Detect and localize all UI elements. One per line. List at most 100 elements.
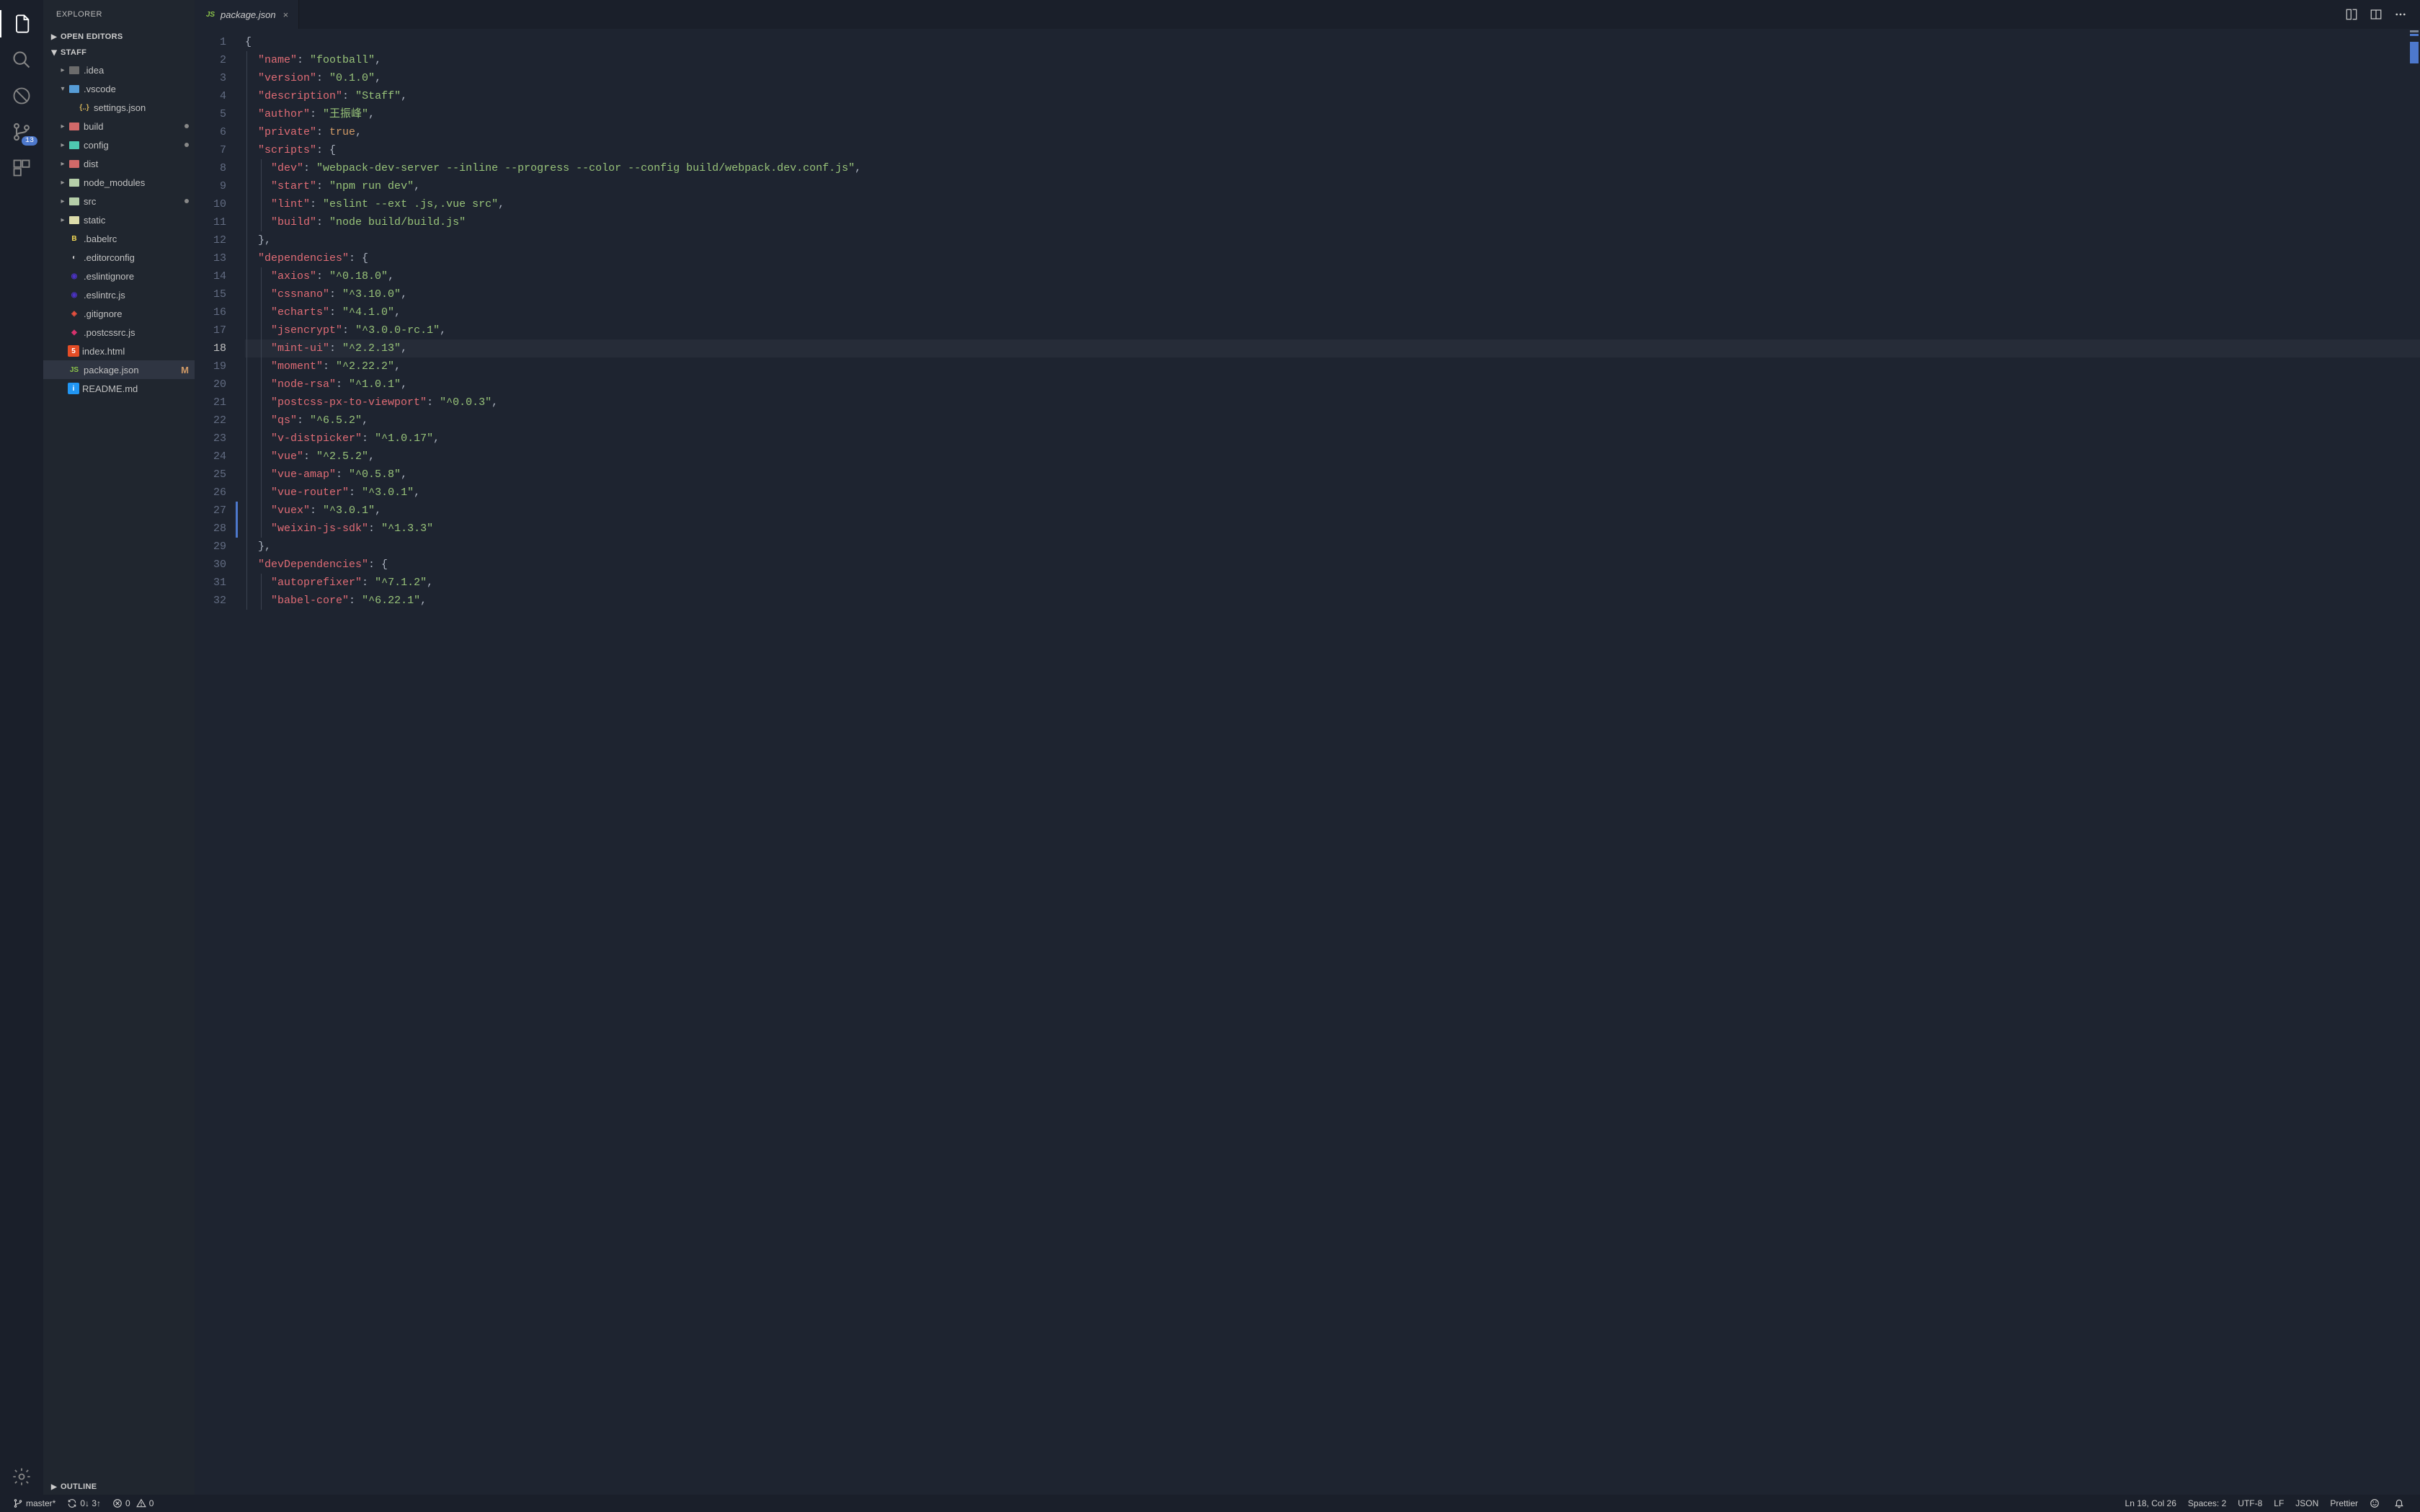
code-line: "vue": "^2.5.2", bbox=[245, 448, 2420, 466]
status-eol[interactable]: LF bbox=[2268, 1495, 2290, 1512]
tabs-bar: JS package.json × bbox=[195, 0, 2420, 29]
tab-label: package.json bbox=[221, 9, 276, 20]
branch-icon bbox=[13, 1498, 23, 1508]
status-feedback[interactable] bbox=[2364, 1495, 2388, 1512]
status-notifications[interactable] bbox=[2388, 1495, 2413, 1512]
line-number: 1 bbox=[195, 33, 239, 51]
tree-item--eslintignore[interactable]: ◉.eslintignore bbox=[43, 267, 195, 285]
compare-changes-button[interactable] bbox=[2339, 2, 2364, 27]
tree-item--idea[interactable]: ▸.idea bbox=[43, 61, 195, 79]
minimap[interactable] bbox=[2410, 30, 2419, 88]
tree-item-static[interactable]: ▸static bbox=[43, 210, 195, 229]
section-root-label: STAFF bbox=[61, 48, 86, 57]
tree-item-label: node_modules bbox=[84, 177, 189, 188]
chevron-right-icon: ▶ bbox=[49, 33, 59, 41]
line-number: 14 bbox=[195, 267, 239, 285]
folder-icon bbox=[68, 82, 81, 95]
chevron-right-icon: ▸ bbox=[58, 66, 68, 74]
status-language[interactable]: JSON bbox=[2290, 1495, 2324, 1512]
tree-item-config[interactable]: ▸config bbox=[43, 135, 195, 154]
activity-extensions[interactable] bbox=[0, 150, 43, 186]
sync-icon bbox=[67, 1498, 77, 1508]
tree-item--gitignore[interactable]: ◈.gitignore bbox=[43, 304, 195, 323]
line-number: 21 bbox=[195, 393, 239, 412]
status-branch[interactable]: master* bbox=[7, 1495, 61, 1512]
files-icon bbox=[12, 14, 32, 34]
tree-item--eslintrc-js[interactable]: ◉.eslintrc.js bbox=[43, 285, 195, 304]
line-number: 18 bbox=[195, 339, 239, 357]
status-sync[interactable]: 0↓ 3↑ bbox=[61, 1495, 107, 1512]
line-number: 31 bbox=[195, 574, 239, 592]
babel-icon: B bbox=[68, 232, 81, 245]
tree-item-label: package.json bbox=[84, 365, 178, 375]
tree-item--vscode[interactable]: ▾.vscode bbox=[43, 79, 195, 98]
activity-scm[interactable]: 13 bbox=[0, 114, 43, 150]
scm-badge: 13 bbox=[22, 136, 37, 146]
diff-marker-icon bbox=[236, 520, 238, 538]
line-number: 11 bbox=[195, 213, 239, 231]
tree-item-label: .editorconfig bbox=[84, 252, 189, 263]
editor-body[interactable]: 1234567891011121314151617181920212223242… bbox=[195, 29, 2420, 1495]
line-number: 27 bbox=[195, 502, 239, 520]
tree-item-index-html[interactable]: 5index.html bbox=[43, 342, 195, 360]
activity-debug-disabled[interactable] bbox=[0, 78, 43, 114]
split-editor-button[interactable] bbox=[2364, 2, 2388, 27]
section-outline[interactable]: ▶ OUTLINE bbox=[43, 1479, 195, 1495]
code-line: "vue-amap": "^0.5.8", bbox=[245, 466, 2420, 484]
section-root[interactable]: ▶ STAFF bbox=[43, 45, 195, 61]
dots-icon bbox=[2394, 8, 2407, 21]
tree-item--postcssrc-js[interactable]: ◆.postcssrc.js bbox=[43, 323, 195, 342]
editor-actions bbox=[2339, 0, 2420, 29]
chevron-right-icon: ▸ bbox=[58, 123, 68, 130]
code-line: "lint": "eslint --ext .js,.vue src", bbox=[245, 195, 2420, 213]
code-content[interactable]: { "name": "football", "version": "0.1.0"… bbox=[239, 29, 2420, 1495]
activity-search[interactable] bbox=[0, 42, 43, 78]
chevron-right-icon: ▸ bbox=[58, 179, 68, 187]
line-number: 28 bbox=[195, 520, 239, 538]
folder-icon bbox=[68, 213, 81, 226]
tree-item-label: .babelrc bbox=[84, 234, 189, 244]
tree-item--babelrc[interactable]: B.babelrc bbox=[43, 229, 195, 248]
tree-item-settings-json[interactable]: {..}settings.json bbox=[43, 98, 195, 117]
dirty-indicator-icon bbox=[184, 199, 189, 203]
line-number: 22 bbox=[195, 412, 239, 430]
code-line: "autoprefixer": "^7.1.2", bbox=[245, 574, 2420, 592]
tree-item-label: .eslintignore bbox=[84, 271, 189, 282]
tab-close-button[interactable]: × bbox=[283, 9, 289, 20]
status-problems[interactable]: 0 0 bbox=[107, 1495, 159, 1512]
section-open-editors[interactable]: ▶ OPEN EDITORS bbox=[43, 29, 195, 45]
tree-item-node-modules[interactable]: ▸ node_modules bbox=[43, 173, 195, 192]
tree-item--editorconfig[interactable]: ◐.editorconfig bbox=[43, 248, 195, 267]
warning-icon bbox=[136, 1498, 146, 1508]
status-encoding[interactable]: UTF-8 bbox=[2232, 1495, 2268, 1512]
tree-item-build[interactable]: ▸build bbox=[43, 117, 195, 135]
editor-area: JS package.json × 1234567891011121314151… bbox=[195, 0, 2420, 1495]
status-indent[interactable]: Spaces: 2 bbox=[2182, 1495, 2232, 1512]
tree-item-label: .postcssrc.js bbox=[84, 327, 189, 338]
chevron-down-icon: ▶ bbox=[50, 48, 58, 58]
status-formatter[interactable]: Prettier bbox=[2324, 1495, 2364, 1512]
tree-item-label: dist bbox=[84, 159, 189, 169]
activity-bar: 13 bbox=[0, 0, 43, 1495]
code-line: "devDependencies": { bbox=[245, 556, 2420, 574]
more-actions-button[interactable] bbox=[2388, 2, 2413, 27]
chevron-right-icon: ▸ bbox=[58, 160, 68, 168]
errors-count: 0 bbox=[125, 1498, 130, 1508]
line-number: 3 bbox=[195, 69, 239, 87]
line-number: 17 bbox=[195, 321, 239, 339]
tree-item-dist[interactable]: ▸ dist bbox=[43, 154, 195, 173]
dirty-indicator-icon bbox=[184, 143, 189, 147]
tree-item-src[interactable]: ▸src bbox=[43, 192, 195, 210]
code-line: "moment": "^2.22.2", bbox=[245, 357, 2420, 375]
activity-settings[interactable] bbox=[0, 1459, 43, 1495]
tab-package-json[interactable]: JS package.json × bbox=[195, 0, 299, 29]
code-line: "v-distpicker": "^1.0.17", bbox=[245, 430, 2420, 448]
json-icon: {..} bbox=[78, 101, 91, 114]
code-line: "scripts": { bbox=[245, 141, 2420, 159]
line-number: 24 bbox=[195, 448, 239, 466]
tree-item-package-json[interactable]: JSpackage.jsonM bbox=[43, 360, 195, 379]
tree-item-readme-md[interactable]: iREADME.md bbox=[43, 379, 195, 398]
git-icon: ◈ bbox=[68, 307, 81, 320]
status-cursor[interactable]: Ln 18, Col 26 bbox=[2119, 1495, 2182, 1512]
activity-explorer[interactable] bbox=[0, 6, 43, 42]
